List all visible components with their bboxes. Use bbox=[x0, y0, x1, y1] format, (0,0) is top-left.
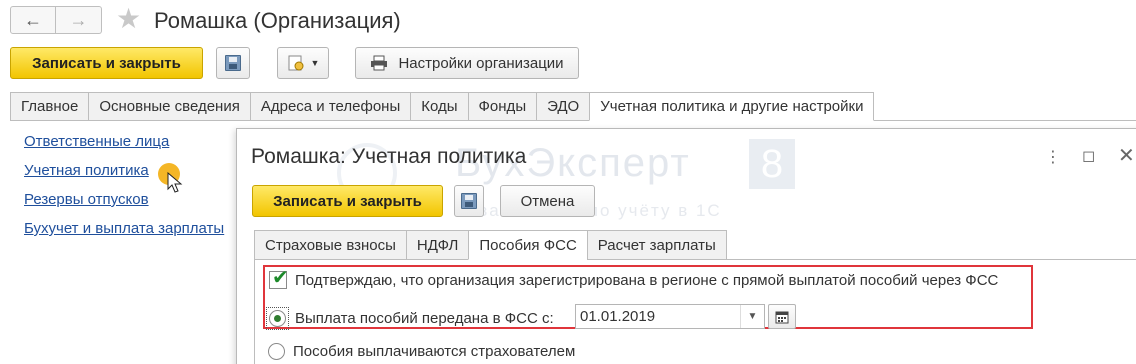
tab-fss-benefits[interactable]: Пособия ФСС bbox=[468, 230, 587, 260]
tab-edo[interactable]: ЭДО bbox=[536, 92, 590, 121]
report-dropdown-button[interactable]: ▼ bbox=[277, 47, 329, 79]
confirm-direct-payment-checkbox[interactable]: ✔ bbox=[269, 267, 289, 289]
forward-button[interactable]: → bbox=[56, 6, 102, 34]
close-icon[interactable]: ✕ bbox=[1118, 143, 1135, 168]
dialog-panel-border bbox=[254, 259, 255, 364]
star-icon[interactable]: ★ bbox=[116, 5, 141, 33]
document-report-icon bbox=[288, 55, 304, 71]
transfer-date-field[interactable]: 01.01.2019 ▼ bbox=[575, 304, 765, 329]
arrow-left-icon: ← bbox=[24, 9, 42, 30]
watermark-badge: 8 bbox=[749, 139, 795, 189]
benefits-transferred-row: Выплата пособий передана в ФСС с: bbox=[266, 307, 554, 330]
calendar-icon bbox=[775, 311, 789, 323]
link-accounting-salary[interactable]: Бухучет и выплата зарплаты bbox=[24, 220, 224, 239]
dialog-title: Ромашка: Учетная политика bbox=[251, 145, 527, 168]
printer-icon bbox=[371, 55, 388, 71]
floppy-disk-icon bbox=[461, 193, 477, 209]
back-button[interactable]: ← bbox=[10, 6, 56, 34]
link-vacation-reserves[interactable]: Резервы отпусков bbox=[24, 191, 224, 210]
confirm-direct-payment-label: Подтверждаю, что организация зарегистрир… bbox=[295, 271, 999, 289]
insurer-pays-row: Пособия выплачиваются страхователем bbox=[268, 343, 575, 360]
settings-links: Ответственные лица Учетная политика Резе… bbox=[24, 133, 224, 249]
navigation-buttons: ← → bbox=[10, 6, 102, 34]
tab-accounting-policy[interactable]: Учетная политика и другие настройки bbox=[589, 92, 875, 121]
insurer-pays-radio[interactable] bbox=[268, 343, 285, 360]
cancel-button[interactable]: Отмена bbox=[500, 185, 595, 217]
tab-main[interactable]: Главное bbox=[10, 92, 89, 121]
confirm-direct-payment-row: ✔ Подтверждаю, что организация зарегистр… bbox=[269, 267, 999, 289]
dialog-tabs: Страховые взносы НДФЛ Пособия ФСС Расчет… bbox=[254, 230, 727, 260]
window-title: Ромашка (Организация) bbox=[154, 8, 401, 33]
calendar-button[interactable] bbox=[768, 304, 796, 329]
floppy-disk-icon bbox=[225, 55, 241, 71]
arrow-right-icon: → bbox=[69, 9, 88, 30]
main-tabs: Главное Основные сведения Адреса и телеф… bbox=[10, 92, 875, 121]
benefits-transferred-label: Выплата пособий передана в ФСС с: bbox=[295, 310, 554, 327]
tab-salary-calculation[interactable]: Расчет зарплаты bbox=[586, 230, 727, 260]
dialog-save-and-close-button[interactable]: Записать и закрыть bbox=[252, 185, 443, 217]
chevron-down-icon[interactable]: ▼ bbox=[740, 305, 764, 328]
save-and-close-button[interactable]: Записать и закрыть bbox=[10, 47, 203, 79]
tab-addresses-phones[interactable]: Адреса и телефоны bbox=[249, 92, 411, 121]
accounting-policy-dialog: БухЭксперт 8 База ответов по учёту в 1С … bbox=[236, 128, 1136, 364]
insurer-pays-label: Пособия выплачиваются страхователем bbox=[293, 343, 576, 360]
tab-funds[interactable]: Фонды bbox=[467, 92, 537, 121]
dialog-save-button[interactable] bbox=[454, 185, 484, 217]
link-responsible-persons[interactable]: Ответственные лица bbox=[24, 133, 224, 152]
tab-codes[interactable]: Коды bbox=[410, 92, 468, 121]
checkmark-icon: ✔ bbox=[272, 267, 289, 289]
organization-settings-button[interactable]: Настройки организации bbox=[355, 47, 579, 79]
link-accounting-policy[interactable]: Учетная политика bbox=[24, 162, 224, 181]
maximize-icon[interactable]: ◻ bbox=[1082, 146, 1095, 166]
tab-ndfl[interactable]: НДФЛ bbox=[405, 230, 469, 260]
transfer-date-value: 01.01.2019 bbox=[580, 308, 656, 325]
save-button[interactable] bbox=[216, 47, 250, 79]
chevron-down-icon: ▼ bbox=[310, 58, 320, 68]
tab-basic-info[interactable]: Основные сведения bbox=[88, 92, 250, 121]
benefits-transferred-radio[interactable] bbox=[269, 310, 286, 327]
more-menu-icon[interactable]: ⋮ bbox=[1045, 147, 1061, 167]
mouse-cursor-icon bbox=[167, 172, 183, 193]
organization-settings-label: Настройки организации bbox=[398, 54, 564, 72]
radio-focus-frame bbox=[266, 307, 289, 330]
tab-insurance-contributions[interactable]: Страховые взносы bbox=[254, 230, 406, 260]
